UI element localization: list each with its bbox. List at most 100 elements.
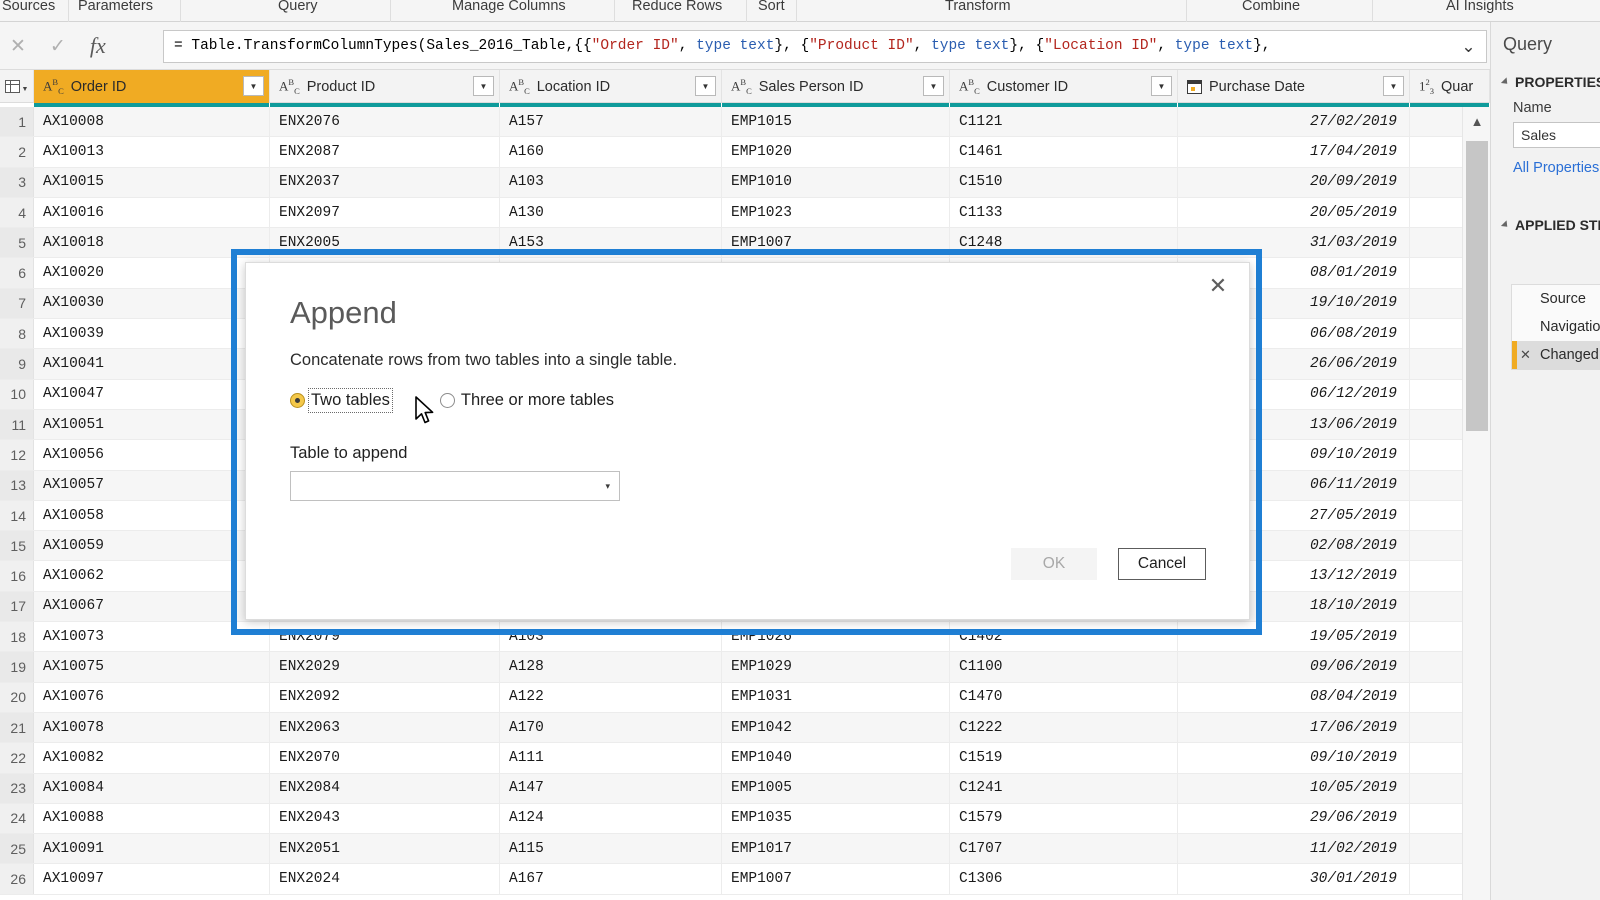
table-cell[interactable]: A160 [500,137,722,167]
expand-formula-bar-icon[interactable]: ⌄ [1450,30,1487,63]
table-cell[interactable]: C1579 [950,803,1178,834]
delete-step-icon[interactable]: ✕ [1520,341,1531,369]
table-cell[interactable]: EMP1029 [722,652,950,682]
column-filter-button[interactable]: ▼ [1151,76,1172,96]
table-cell[interactable]: ENX2043 [270,803,500,834]
table-cell[interactable]: EMP1007 [722,864,950,894]
applied-steps-section-header[interactable]: APPLIED STEPS [1500,217,1600,233]
table-cell[interactable]: ENX2097 [270,197,500,228]
table-cell[interactable]: EMP1005 [722,773,950,803]
applied-step-source[interactable]: Source [1512,285,1600,313]
table-cell[interactable]: EMP1035 [722,803,950,834]
table-cell[interactable]: AX10076 [34,682,270,712]
table-cell[interactable]: 29/06/2019 [1178,803,1410,834]
table-row[interactable]: 26 AX10097 ENX2024 A167 EMP1007 C1306 30/01/20… [0,864,1490,895]
table-cell[interactable]: AX10078 [34,712,270,743]
table-cell[interactable]: ENX2087 [270,137,500,167]
table-cell[interactable]: ENX2029 [270,652,500,682]
table-cell[interactable]: 11/02/2019 [1178,834,1410,864]
table-cell[interactable]: EMP1040 [722,743,950,773]
column-header-sales-person-id[interactable]: ABC Sales Person ID ▼ [722,70,950,103]
table-cell[interactable]: C1306 [950,864,1178,894]
table-cell[interactable]: EMP1020 [722,137,950,167]
table-cell[interactable]: AX10097 [34,864,270,894]
ok-button[interactable]: OK [1011,548,1097,580]
table-row[interactable]: 23 AX10084 ENX2084 A147 EMP1005 C1241 10/05/20… [0,773,1490,804]
table-cell[interactable]: ENX2084 [270,773,500,803]
table-cell[interactable]: C1519 [950,743,1178,773]
table-row[interactable]: 22 AX10082 ENX2070 A111 EMP1040 C1519 09/10/20… [0,743,1490,774]
confirm-formula-icon[interactable]: ✓ [50,37,66,56]
select-all-columns-button[interactable]: ▼ [0,70,34,103]
table-cell[interactable]: AX10088 [34,803,270,834]
table-cell[interactable]: AX10082 [34,743,270,773]
table-cell[interactable]: 09/06/2019 [1178,652,1410,682]
table-cell[interactable]: A124 [500,803,722,834]
column-header-customer-id[interactable]: ABC Customer ID ▼ [950,70,1178,103]
table-cell[interactable]: A111 [500,743,722,773]
table-cell[interactable]: AX10013 [34,137,270,167]
table-cell[interactable]: 09/10/2019 [1178,743,1410,773]
table-row[interactable]: 3 AX10015 ENX2037 A103 EMP1010 C1510 20/09/201… [0,167,1490,198]
table-row[interactable]: 4 AX10016 ENX2097 A130 EMP1023 C1133 20/05/201… [0,197,1490,229]
table-cell[interactable]: AX10008 [34,107,270,137]
table-cell[interactable]: A167 [500,864,722,894]
table-cell[interactable]: AX10091 [34,834,270,864]
table-cell[interactable]: 30/01/2019 [1178,864,1410,894]
table-cell[interactable]: AX10075 [34,652,270,682]
table-cell[interactable]: C1241 [950,773,1178,803]
table-cell[interactable]: C1100 [950,652,1178,682]
table-cell[interactable]: AX10084 [34,773,270,803]
table-cell[interactable]: 17/06/2019 [1178,712,1410,743]
cancel-button[interactable]: Cancel [1118,548,1206,580]
table-cell[interactable]: C1121 [950,107,1178,137]
formula-input[interactable]: = Table.TransformColumnTypes(Sales_2016_… [163,30,1487,63]
table-cell[interactable]: C1510 [950,167,1178,197]
table-to-append-dropdown[interactable]: ▾ [290,471,620,501]
table-cell[interactable]: A115 [500,834,722,864]
radio-button-icon[interactable] [290,393,305,408]
table-cell[interactable]: A170 [500,712,722,743]
table-row[interactable]: 21 AX10078 ENX2063 A170 EMP1042 C1222 17/06/20… [0,712,1490,744]
table-cell[interactable]: C1133 [950,197,1178,228]
table-cell[interactable]: EMP1042 [722,712,950,743]
scrollbar-thumb[interactable] [1466,141,1488,431]
table-cell[interactable]: EMP1017 [722,834,950,864]
scroll-up-icon[interactable]: ▲ [1463,107,1491,135]
table-cell[interactable]: A122 [500,682,722,712]
applied-step-navigation[interactable]: Navigation [1512,313,1600,341]
table-cell[interactable]: 10/05/2019 [1178,773,1410,803]
close-icon[interactable]: ✕ [1201,271,1235,301]
table-cell[interactable]: C1707 [950,834,1178,864]
column-header-purchase-date[interactable]: Purchase Date ▼ [1178,70,1410,103]
query-name-input[interactable]: Sales [1513,122,1600,148]
column-filter-button[interactable]: ▼ [1383,76,1404,96]
column-filter-button[interactable]: ▼ [243,76,264,96]
table-cell[interactable]: ENX2092 [270,682,500,712]
table-cell[interactable]: A130 [500,197,722,228]
table-cell[interactable]: ENX2024 [270,864,500,894]
table-row[interactable]: 24 AX10088 ENX2043 A124 EMP1035 C1579 29/06/20… [0,803,1490,835]
table-cell[interactable]: EMP1010 [722,167,950,197]
column-header-location-id[interactable]: ABC Location ID ▼ [500,70,722,103]
properties-section-header[interactable]: PROPERTIES [1500,74,1600,90]
column-filter-button[interactable]: ▼ [473,76,494,96]
column-header-quar[interactable]: 123 Quar [1410,70,1490,103]
table-row[interactable]: 1 AX10008 ENX2076 A157 EMP1015 C1121 27/02/201… [0,107,1490,138]
table-cell[interactable]: ENX2063 [270,712,500,743]
table-cell[interactable]: 27/02/2019 [1178,107,1410,137]
table-cell[interactable]: 08/04/2019 [1178,682,1410,712]
table-cell[interactable]: EMP1015 [722,107,950,137]
table-cell[interactable]: A128 [500,652,722,682]
table-cell[interactable]: AX10016 [34,197,270,228]
radio-button-icon[interactable] [439,393,455,408]
column-header-product-id[interactable]: ABC Product ID ▼ [270,70,500,103]
column-header-order-id[interactable]: ABC Order ID ▼ [34,70,270,103]
table-row[interactable]: 25 AX10091 ENX2051 A115 EMP1017 C1707 11/02/20… [0,834,1490,865]
radio-two-tables[interactable]: Two tables [290,388,393,413]
table-cell[interactable]: EMP1023 [722,197,950,228]
table-cell[interactable]: ENX2037 [270,167,500,197]
table-cell[interactable]: ENX2051 [270,834,500,864]
table-cell[interactable]: ENX2070 [270,743,500,773]
table-cell[interactable]: C1470 [950,682,1178,712]
